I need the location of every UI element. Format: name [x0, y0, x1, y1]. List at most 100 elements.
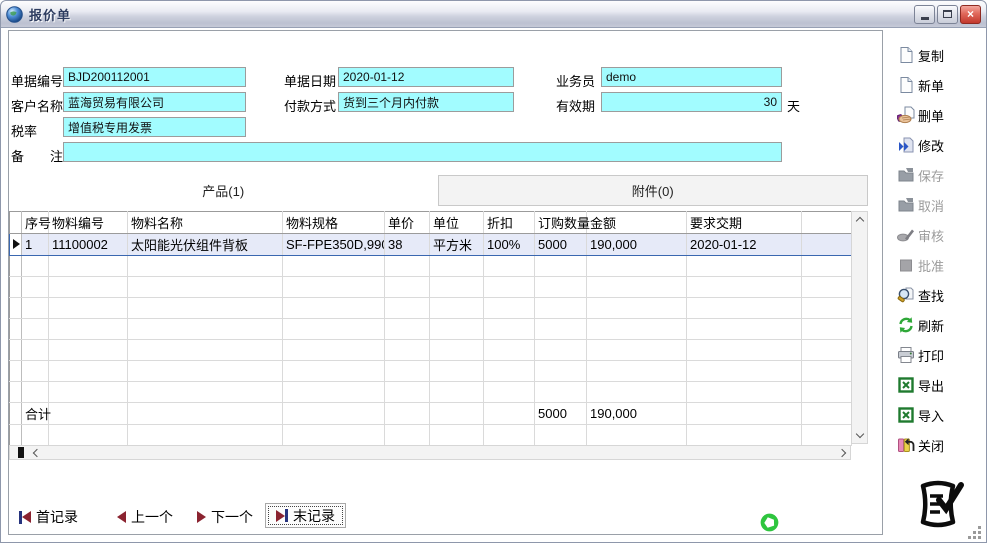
empty-cell[interactable]: [128, 340, 283, 361]
empty-cell[interactable]: [49, 340, 128, 361]
col-header-code[interactable]: 物料编号: [49, 212, 128, 234]
empty-cell[interactable]: [430, 277, 484, 298]
title-bar[interactable]: 报价单 ×: [1, 1, 986, 28]
payment-field[interactable]: [338, 92, 514, 112]
empty-cell[interactable]: [10, 298, 22, 319]
cell-code[interactable]: 11100002: [49, 234, 128, 256]
empty-cell[interactable]: [283, 382, 385, 403]
find-button[interactable]: 查找: [897, 282, 977, 308]
export-button[interactable]: 导出: [897, 372, 977, 398]
empty-cell[interactable]: [430, 340, 484, 361]
cell-unit[interactable]: 平方米: [430, 234, 484, 256]
empty-cell[interactable]: [687, 361, 802, 382]
empty-cell[interactable]: [587, 298, 687, 319]
scroll-right-icon[interactable]: [838, 449, 846, 457]
empty-cell[interactable]: [128, 277, 283, 298]
hscroll-thumb[interactable]: [18, 447, 24, 458]
table-empty-row[interactable]: [10, 256, 852, 277]
empty-cell[interactable]: [802, 425, 852, 446]
empty-cell[interactable]: [687, 319, 802, 340]
empty-cell[interactable]: [430, 319, 484, 340]
empty-cell[interactable]: [128, 382, 283, 403]
empty-cell[interactable]: [535, 382, 587, 403]
empty-cell[interactable]: [10, 256, 22, 277]
tab-products[interactable]: 产品(1): [9, 175, 438, 206]
table-empty-row[interactable]: [10, 319, 852, 340]
empty-cell[interactable]: [687, 256, 802, 277]
empty-cell[interactable]: [385, 319, 430, 340]
col-header-discount[interactable]: 折扣: [484, 212, 535, 234]
empty-cell[interactable]: [283, 277, 385, 298]
delete-button[interactable]: 删单: [897, 102, 977, 128]
col-header-qty[interactable]: 订购数量: [535, 212, 587, 234]
import-button[interactable]: 导入: [897, 402, 977, 428]
col-header-seq[interactable]: 序号: [22, 212, 49, 234]
empty-cell[interactable]: [802, 298, 852, 319]
empty-cell[interactable]: [687, 298, 802, 319]
empty-cell[interactable]: [802, 256, 852, 277]
tax-field[interactable]: [63, 117, 246, 137]
empty-cell[interactable]: [22, 382, 49, 403]
empty-cell[interactable]: [430, 361, 484, 382]
salesman-field[interactable]: [601, 67, 782, 87]
col-header-spec[interactable]: 物料规格: [283, 212, 385, 234]
empty-cell[interactable]: [687, 277, 802, 298]
empty-cell[interactable]: [430, 298, 484, 319]
print-button[interactable]: 打印: [897, 342, 977, 368]
empty-cell[interactable]: [802, 319, 852, 340]
empty-cell[interactable]: [687, 425, 802, 446]
table-row-selected[interactable]: 1 11100002 太阳能光伏组件背板 SF-FPE350D,990 38 平…: [10, 234, 852, 256]
empty-cell[interactable]: [283, 256, 385, 277]
first-record-button[interactable]: 首记录: [19, 506, 78, 528]
empty-cell[interactable]: [283, 425, 385, 446]
empty-cell[interactable]: [128, 298, 283, 319]
empty-cell[interactable]: [587, 382, 687, 403]
empty-cell[interactable]: [587, 256, 687, 277]
empty-cell[interactable]: [49, 361, 128, 382]
col-header-delivery[interactable]: 要求交期: [687, 212, 802, 234]
table-empty-row[interactable]: [10, 382, 852, 403]
empty-cell[interactable]: [10, 382, 22, 403]
empty-cell[interactable]: [535, 340, 587, 361]
cell-delivery[interactable]: 2020-01-12: [687, 234, 802, 256]
last-record-button[interactable]: 末记录: [265, 503, 346, 528]
col-header-name[interactable]: 物料名称: [128, 212, 283, 234]
empty-cell[interactable]: [587, 361, 687, 382]
empty-cell[interactable]: [128, 256, 283, 277]
empty-cell[interactable]: [22, 256, 49, 277]
copy-button[interactable]: 复制: [897, 42, 977, 68]
empty-cell[interactable]: [385, 382, 430, 403]
table-empty-row[interactable]: [10, 298, 852, 319]
remark-field[interactable]: [63, 142, 782, 162]
empty-cell[interactable]: [128, 425, 283, 446]
vertical-scrollbar[interactable]: [851, 211, 868, 444]
cell-qty[interactable]: 5000: [535, 234, 587, 256]
empty-cell[interactable]: [484, 256, 535, 277]
cell-seq[interactable]: 1: [22, 234, 49, 256]
empty-cell[interactable]: [22, 277, 49, 298]
doc-date-field[interactable]: [338, 67, 514, 87]
empty-cell[interactable]: [22, 340, 49, 361]
customer-field[interactable]: [63, 92, 246, 112]
empty-cell[interactable]: [128, 361, 283, 382]
empty-cell[interactable]: [802, 340, 852, 361]
col-header-amount[interactable]: 金额: [587, 212, 687, 234]
table-empty-row[interactable]: [10, 361, 852, 382]
empty-cell[interactable]: [587, 340, 687, 361]
cell-amount[interactable]: 190,000: [587, 234, 687, 256]
empty-cell[interactable]: [484, 382, 535, 403]
row-selector-cell[interactable]: [10, 234, 22, 256]
resize-grip[interactable]: [973, 531, 976, 534]
empty-cell[interactable]: [22, 425, 49, 446]
empty-cell[interactable]: [484, 425, 535, 446]
refresh-button[interactable]: 刷新: [897, 312, 977, 338]
empty-cell[interactable]: [430, 425, 484, 446]
empty-cell[interactable]: [802, 361, 852, 382]
empty-cell[interactable]: [22, 298, 49, 319]
next-record-button[interactable]: 下一个: [197, 506, 253, 528]
empty-cell[interactable]: [49, 425, 128, 446]
empty-cell[interactable]: [385, 277, 430, 298]
doc-no-field[interactable]: [63, 67, 246, 87]
table-empty-row[interactable]: [10, 340, 852, 361]
col-header-price[interactable]: 单价: [385, 212, 430, 234]
